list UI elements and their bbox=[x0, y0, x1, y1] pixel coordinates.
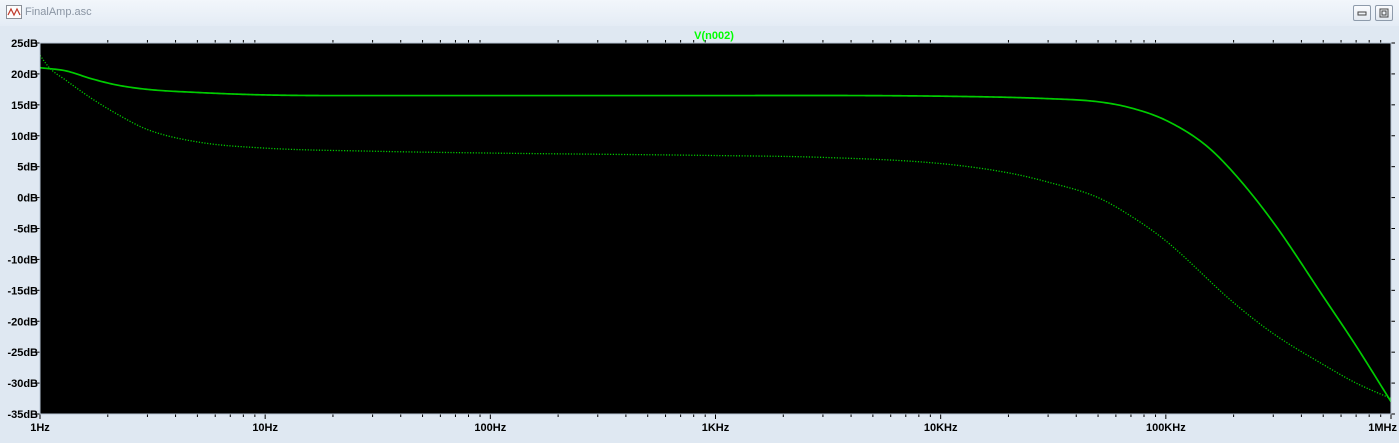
x-tick-label: 1Hz bbox=[30, 422, 50, 434]
x-tick-label: 10KHz bbox=[924, 422, 958, 434]
y-tick-label: -30dB bbox=[7, 378, 38, 390]
y-tick-label: -5dB bbox=[14, 224, 39, 236]
y-tick-label: -35dB bbox=[7, 409, 38, 421]
y-tick-label: -20dB bbox=[7, 316, 38, 328]
window-title: FinalAmp.asc bbox=[25, 6, 92, 18]
y-tick-label: 20dB bbox=[11, 69, 38, 81]
y-tick-label: -25dB bbox=[7, 347, 38, 359]
y-tick-label: -10dB bbox=[7, 254, 38, 266]
x-tick-label: 100Hz bbox=[474, 422, 506, 434]
y-tick-label: 5dB bbox=[17, 162, 38, 174]
x-tick-label: 100KHz bbox=[1146, 422, 1186, 434]
maximize-icon bbox=[1379, 8, 1389, 18]
plot-window: FinalAmp.asc 25dB 20dB 15dB 10dB 5dB 0dB -5dB -… bbox=[0, 0, 1399, 443]
y-tick-label: 15dB bbox=[11, 100, 38, 112]
x-tick-label: 1MHz bbox=[1368, 422, 1397, 434]
y-tick-label: 25dB bbox=[11, 38, 38, 50]
y-tick-label: -15dB bbox=[7, 285, 38, 297]
y-tick-label: 10dB bbox=[11, 131, 38, 143]
x-tick-label: 1KHz bbox=[702, 422, 730, 434]
minimize-button[interactable] bbox=[1353, 5, 1371, 21]
chart-title: V(n002) bbox=[694, 30, 734, 42]
title-bar[interactable]: FinalAmp.asc bbox=[0, 0, 1399, 27]
plot-area[interactable]: 25dB 20dB 15dB 10dB 5dB 0dB -5dB -10dB -15dB -20d… bbox=[0, 26, 1399, 443]
x-tick-label: 10Hz bbox=[252, 422, 278, 434]
maximize-button[interactable] bbox=[1375, 5, 1393, 21]
bode-plot[interactable]: 25dB 20dB 15dB 10dB 5dB 0dB -5dB -10dB -15dB -20d… bbox=[0, 26, 1399, 443]
y-tick-label: 0dB bbox=[17, 193, 38, 205]
minimize-icon bbox=[1357, 11, 1367, 16]
schematic-icon bbox=[6, 5, 22, 19]
plot-background bbox=[40, 43, 1391, 414]
